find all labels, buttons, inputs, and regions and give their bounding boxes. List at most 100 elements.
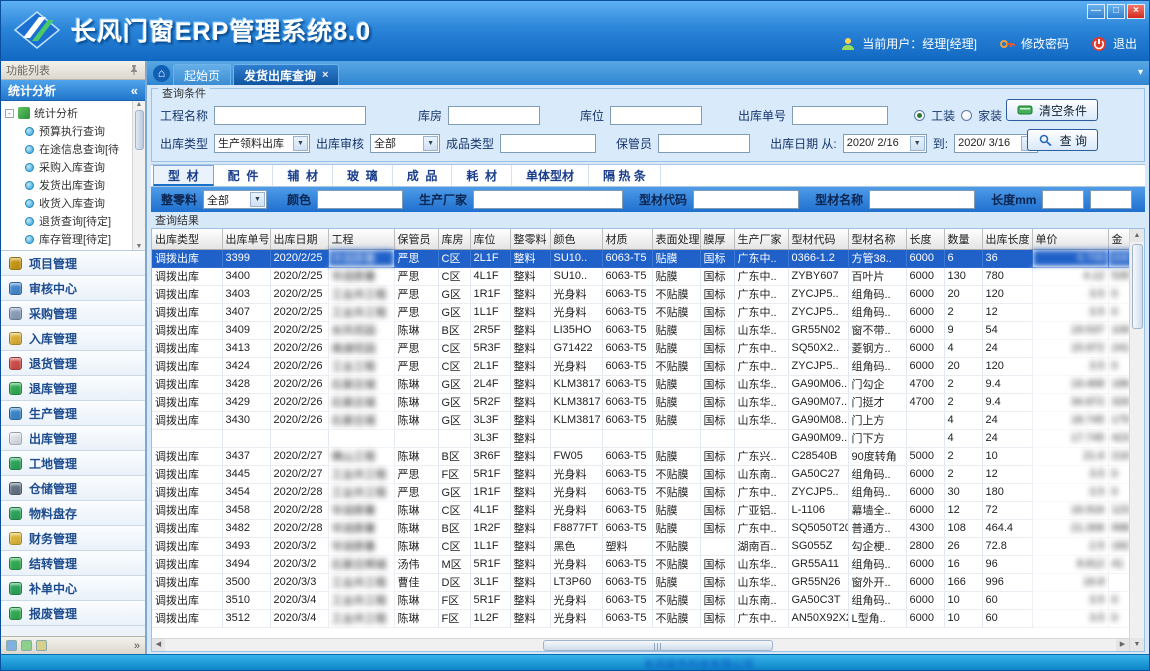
table-row[interactable]: 3L3F整料GA90M09..门下方42417.745423 (152, 429, 1129, 447)
sidebar-item-10[interactable]: 仓储管理 (1, 476, 145, 501)
table-row[interactable]: 调拨出库35002020/3/3工业共工程曹佳D区3L1F整料LT3P60606… (152, 573, 1129, 591)
close-button[interactable]: × (1127, 4, 1145, 19)
tree-item[interactable]: 采购入库查询 (5, 158, 145, 176)
product-type-input[interactable] (500, 134, 596, 153)
tree-item[interactable]: 库存管理[待定] (5, 230, 145, 248)
tree-item[interactable]: 发货出库查询 (5, 176, 145, 194)
minimize-button[interactable]: — (1087, 4, 1105, 19)
sidebar-item-15[interactable]: 报废管理 (1, 601, 145, 626)
tree-collapse-icon[interactable]: - (5, 109, 14, 118)
tab-close-icon[interactable]: × (322, 69, 328, 81)
column-header[interactable]: 保管员 (394, 229, 438, 249)
sidebar-item-13[interactable]: 结转管理 (1, 551, 145, 576)
tree-scrollbar[interactable]: ▲▼ (132, 101, 145, 250)
column-header[interactable]: 型材代码 (788, 229, 848, 249)
column-header[interactable]: 出库日期 (270, 229, 328, 249)
clear-conditions-button[interactable]: 清空条件 (1006, 99, 1098, 121)
table-row[interactable]: 调拨出库34242020/2/26工业工程严思C区2L1F整料光身料6063-T… (152, 357, 1129, 375)
scroll-down-icon[interactable]: ▼ (1130, 638, 1144, 651)
sidebar-toolbar-icon[interactable] (6, 640, 17, 651)
material-tab-3[interactable]: 辅 材 (273, 165, 333, 186)
sidebar-item-3[interactable]: 采购管理 (1, 301, 145, 326)
tree-item[interactable]: 预算执行查询 (5, 122, 145, 140)
column-header[interactable]: 库位 (470, 229, 510, 249)
column-header[interactable]: 出库单号 (222, 229, 270, 249)
sidebar-item-14[interactable]: 补单中心 (1, 576, 145, 601)
horizontal-scroll-thumb[interactable] (543, 640, 773, 651)
material-tab-4[interactable]: 玻 璃 (333, 165, 393, 186)
table-row[interactable]: 调拨出库34032020/2/25工业共工程严思G区1R1F整料光身料6063-… (152, 285, 1129, 303)
profile-code-input[interactable] (693, 190, 799, 209)
column-header[interactable]: 长度 (906, 229, 944, 249)
sidebar-item-11[interactable]: 物料盘存 (1, 501, 145, 526)
column-header[interactable]: 数量 (944, 229, 982, 249)
table-row[interactable]: 调拨出库34002020/2/25华润原著严思C区4L1F整料SU10..606… (152, 267, 1129, 285)
table-row[interactable]: 调拨出库34822020/2/28华润原著陈琳B区1R2F整料F8877FT60… (152, 519, 1129, 537)
tree-item[interactable]: 收货入库查询 (5, 194, 145, 212)
column-header[interactable]: 库房 (438, 229, 470, 249)
vertical-scroll-thumb[interactable] (1132, 244, 1143, 329)
stats-group-header[interactable]: 统计分析 « (1, 80, 145, 101)
table-row[interactable]: 调拨出库34372020/2/27佛山工程陈琳B区3R6F整料FW056063-… (152, 447, 1129, 465)
sidebar-item-9[interactable]: 工地管理 (1, 451, 145, 476)
material-tab-6[interactable]: 耗 材 (452, 165, 512, 186)
sidebar-item-8[interactable]: 出库管理 (1, 426, 145, 451)
sidebar-toolbar-icon[interactable] (21, 640, 32, 651)
table-row[interactable]: 调拨出库34292020/2/26石家庄城陈琳G区5R2F整料KLM381760… (152, 393, 1129, 411)
sidebar-item-2[interactable]: 审核中心 (1, 276, 145, 301)
order-no-input[interactable] (792, 106, 888, 125)
tab-home[interactable]: 起始页 (173, 64, 231, 85)
column-header[interactable]: 膜厚 (700, 229, 734, 249)
pin-icon[interactable] (128, 64, 140, 76)
column-header[interactable]: 出库类型 (152, 229, 222, 249)
column-header[interactable]: 型材名称 (848, 229, 906, 249)
column-header[interactable]: 出库长度 (982, 229, 1032, 249)
sidebar-toolbar-icon[interactable] (36, 640, 47, 651)
vertical-scrollbar[interactable]: ▲ ▼ (1129, 229, 1144, 651)
table-row[interactable]: 调拨出库34932020/3/2华润原著陈琳C区1L1F整料黑色塑料不贴膜湖南百… (152, 537, 1129, 555)
sidebar-item-5[interactable]: 退货管理 (1, 351, 145, 376)
material-tab-7[interactable]: 单体型材 (512, 165, 589, 186)
scroll-left-icon[interactable]: ◀ (152, 639, 165, 651)
tree-item[interactable]: 在途信息查询[待 (5, 140, 145, 158)
sidebar-item-1[interactable]: 项目管理 (1, 251, 145, 276)
scroll-right-icon[interactable]: ▶ (1116, 639, 1129, 651)
date-to-picker[interactable]: 2020/ 3/16▼ (954, 134, 1038, 153)
table-row[interactable]: 调拨出库34092020/2/25长风花园陈琳B区2R5F整料LI35HO606… (152, 321, 1129, 339)
sidebar-item-4[interactable]: 入库管理 (1, 326, 145, 351)
color-input[interactable] (317, 190, 403, 209)
radio-home-decor[interactable] (961, 110, 972, 121)
keeper-input[interactable] (658, 134, 750, 153)
table-row[interactable]: 调拨出库33992020/2/25华润原著严思C区2L1F整料SU10..606… (152, 249, 1129, 267)
date-from-picker[interactable]: 2020/ 2/16▼ (843, 134, 927, 153)
column-header[interactable]: 材质 (602, 229, 652, 249)
material-tab-8[interactable]: 隔 热 条 (589, 165, 661, 186)
sidebar-item-7[interactable]: 生产管理 (1, 401, 145, 426)
tab-shipment-outbound-query[interactable]: 发货出库查询 × (233, 64, 339, 85)
table-row[interactable]: 调拨出库35122020/3/4工业共工程陈琳F区1L2F整料光身料6063-T… (152, 609, 1129, 627)
sidebar-item-6[interactable]: 退库管理 (1, 376, 145, 401)
change-password-link[interactable]: 修改密码 (1021, 35, 1069, 52)
table-row[interactable]: 调拨出库34582020/2/28华润原著陈琳C区4L1F整料光身料6063-T… (152, 501, 1129, 519)
whole-part-select[interactable]: 全部▼ (203, 190, 267, 209)
column-header[interactable]: 金 (1108, 229, 1129, 249)
profile-name-input[interactable] (869, 190, 975, 209)
material-tab-5[interactable]: 成 品 (393, 165, 453, 186)
table-row[interactable]: 调拨出库34942020/3/2石家庄辉城汤伟M区5R1F整料光身料6063-T… (152, 555, 1129, 573)
column-header[interactable]: 生产厂家 (734, 229, 788, 249)
horizontal-scrollbar[interactable]: ◀ ▶ (152, 638, 1129, 651)
table-row[interactable]: 调拨出库35102020/3/4工业共工程陈琳F区5R1F整料光身料6063-T… (152, 591, 1129, 609)
project-name-input[interactable] (214, 106, 366, 125)
out-type-select[interactable]: 生产领料出库▼ (214, 134, 310, 153)
logout-link[interactable]: 退出 (1113, 35, 1137, 52)
table-row[interactable]: 调拨出库34282020/2/26石家庄城陈琳G区2L4F整料KLM381760… (152, 375, 1129, 393)
table-row[interactable]: 调拨出库34542020/2/28工业共工程严思G区1R1F整料光身料6063-… (152, 483, 1129, 501)
location-input[interactable] (610, 106, 702, 125)
material-tab-1[interactable]: 型 材 (153, 165, 214, 186)
radio-work-wear[interactable] (914, 110, 925, 121)
toolbar-overflow-button[interactable]: » (134, 640, 140, 652)
tab-list-dropdown-icon[interactable]: ▾ (1138, 67, 1143, 78)
column-header[interactable]: 整零料 (510, 229, 550, 249)
tree-root[interactable]: - 统计分析 (5, 104, 145, 122)
scroll-up-icon[interactable]: ▲ (1130, 229, 1144, 242)
